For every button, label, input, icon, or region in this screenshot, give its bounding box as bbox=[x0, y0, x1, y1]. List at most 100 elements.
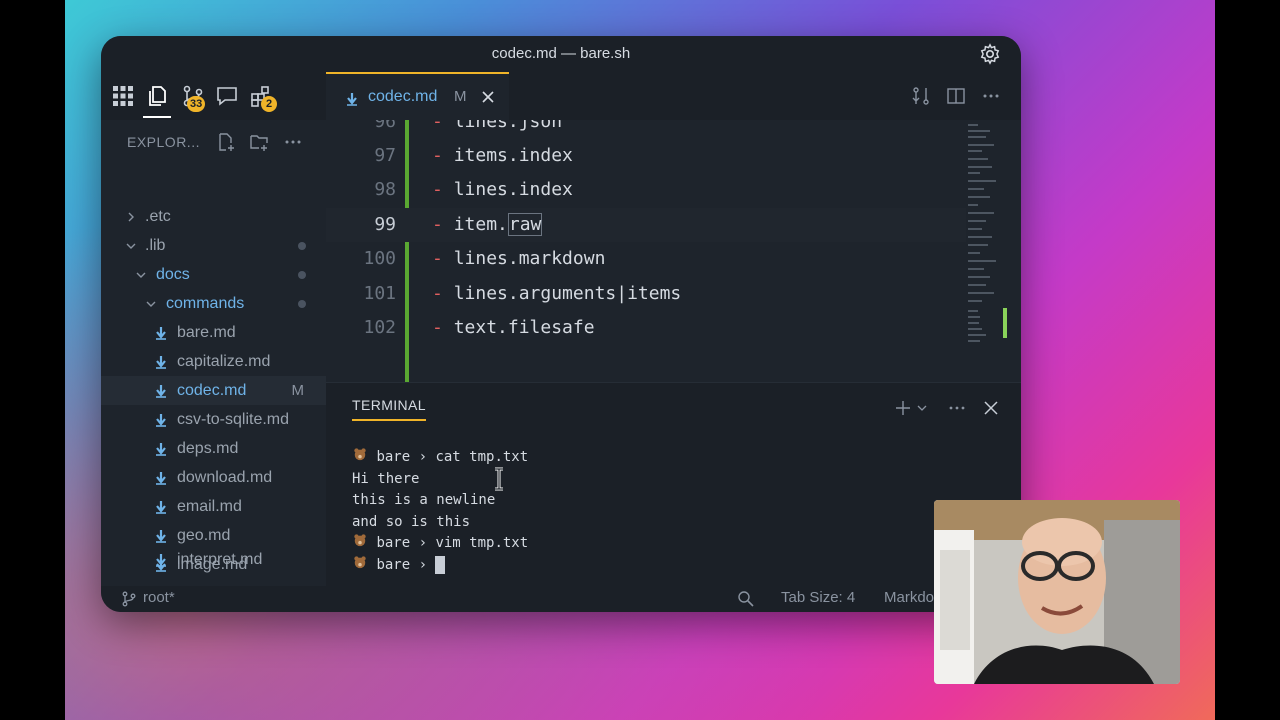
tree-file-deps[interactable]: deps.md bbox=[101, 434, 326, 463]
grid-apps-icon[interactable] bbox=[111, 84, 135, 108]
tree-file-bare[interactable]: bare.md bbox=[101, 318, 326, 347]
tree-file-email[interactable]: email.md bbox=[101, 492, 326, 521]
code-line-current[interactable]: 99 - item.raw bbox=[326, 208, 966, 242]
code-line[interactable]: 101 - lines.arguments|items bbox=[326, 277, 966, 311]
markdown-file-icon bbox=[156, 414, 166, 427]
line-text: lines.markdown bbox=[453, 248, 606, 269]
code-line[interactable]: 98 - lines.index bbox=[326, 173, 966, 207]
line-number: 99 bbox=[374, 214, 396, 235]
tab-modified-status: M bbox=[454, 88, 467, 105]
tree-label: deps.md bbox=[177, 440, 239, 457]
source-control-badge: 33 bbox=[187, 96, 206, 112]
tree-file-capitalize[interactable]: capitalize.md bbox=[101, 347, 326, 376]
tree-label: docs bbox=[156, 266, 190, 283]
markdown-file-icon bbox=[156, 356, 166, 369]
tree-label: interpret.md bbox=[177, 551, 263, 568]
list-dash: - bbox=[432, 214, 443, 235]
line-number: 101 bbox=[363, 283, 396, 304]
more-actions-icon[interactable] bbox=[283, 132, 303, 152]
git-branch-icon[interactable] bbox=[121, 591, 137, 607]
line-number: 102 bbox=[363, 317, 396, 338]
gear-icon[interactable] bbox=[979, 43, 1001, 65]
list-dash: - bbox=[432, 120, 443, 132]
tab-size-indicator[interactable]: Tab Size: 4 bbox=[781, 589, 855, 606]
markdown-file-icon bbox=[347, 93, 357, 106]
close-icon[interactable] bbox=[982, 399, 1000, 417]
code-line[interactable]: 96 - lines.json bbox=[326, 120, 966, 139]
extensions-badge: 2 bbox=[261, 96, 277, 112]
status-bar: root* Tab Size: 4 Markdo bbox=[101, 586, 1021, 612]
split-editor-icon[interactable] bbox=[946, 86, 966, 106]
text-cursor-icon bbox=[495, 467, 503, 491]
compare-changes-icon[interactable] bbox=[911, 86, 931, 106]
title-bar: codec.md — bare.sh bbox=[101, 36, 1021, 72]
tree-file-interpret-row[interactable]: interpret.md bbox=[101, 545, 326, 574]
bear-icon bbox=[354, 448, 366, 461]
code-line[interactable]: 97 - items.index bbox=[326, 139, 966, 173]
tree-file-download[interactable]: download.md bbox=[101, 463, 326, 492]
line-number: 96 bbox=[374, 120, 396, 132]
tree-folder-lib[interactable]: .lib bbox=[101, 231, 326, 260]
bear-icon bbox=[354, 534, 366, 547]
chat-icon[interactable] bbox=[215, 84, 239, 108]
terminal-line: bare › bbox=[352, 555, 528, 577]
tree-file-codec[interactable]: codec.md M bbox=[101, 376, 326, 405]
language-mode[interactable]: Markdo bbox=[884, 589, 934, 606]
terminal-tab[interactable]: TERMINAL bbox=[352, 397, 426, 421]
chevron-down-icon bbox=[146, 301, 156, 307]
cursor-selection: raw bbox=[507, 213, 543, 236]
tree-label: csv-to-sqlite.md bbox=[177, 411, 290, 428]
tab-codec-md[interactable]: codec.md M bbox=[326, 72, 509, 120]
terminal-panel[interactable]: TERMINAL bare › cat tmp.txt Hi there thi… bbox=[326, 382, 1021, 586]
terminal-text: and so is this bbox=[352, 513, 471, 530]
tree-label: commands bbox=[166, 295, 245, 312]
close-icon[interactable] bbox=[480, 89, 496, 105]
tree-folder-docs[interactable]: docs bbox=[101, 260, 326, 289]
chevron-right-icon bbox=[128, 212, 134, 222]
minimap-change-marker bbox=[1003, 308, 1007, 338]
terminal-output[interactable]: bare › cat tmp.txt Hi there this is a ne… bbox=[352, 447, 528, 576]
tree-label: download.md bbox=[177, 469, 273, 486]
code-line[interactable]: 100 - lines.markdown bbox=[326, 242, 966, 276]
explorer-header: EXPLOR... bbox=[127, 134, 200, 150]
tree-file-csv-to-sqlite[interactable]: csv-to-sqlite.md bbox=[101, 405, 326, 434]
tree-label: capitalize.md bbox=[177, 353, 271, 370]
list-dash: - bbox=[432, 317, 443, 338]
more-actions-icon[interactable] bbox=[948, 399, 966, 417]
line-text: lines.arguments|items bbox=[453, 283, 682, 304]
tree-label: .etc bbox=[145, 208, 171, 225]
new-file-icon[interactable] bbox=[216, 132, 236, 152]
git-branch[interactable]: root* bbox=[143, 589, 175, 606]
terminal-cursor bbox=[435, 555, 446, 574]
tree-folder-commands[interactable]: commands bbox=[101, 289, 326, 318]
chevron-down-icon bbox=[136, 272, 146, 278]
line-text: lines.json bbox=[453, 120, 563, 132]
files-icon[interactable] bbox=[145, 84, 169, 108]
minimap[interactable] bbox=[966, 120, 1016, 350]
webcam-overlay bbox=[934, 500, 1180, 684]
new-folder-icon[interactable] bbox=[249, 132, 269, 152]
list-dash: - bbox=[432, 145, 443, 166]
list-dash: - bbox=[432, 248, 443, 269]
line-number: 97 bbox=[374, 145, 396, 166]
terminal-text: bare › bbox=[376, 556, 436, 573]
tab-bar: codec.md M bbox=[326, 72, 1021, 120]
tree-folder-etc[interactable]: .etc bbox=[101, 202, 326, 231]
add-terminal-icon[interactable] bbox=[894, 399, 912, 417]
activity-bar: 33 2 bbox=[101, 72, 326, 120]
markdown-file-icon bbox=[156, 501, 166, 514]
editor-window: codec.md — bare.sh 33 2 EXPLOR... .etc .… bbox=[101, 36, 1021, 612]
code-line[interactable]: 102 - text.filesafe bbox=[326, 311, 966, 345]
terminal-text: bare › vim tmp.txt bbox=[376, 535, 529, 551]
tree-file-interpret[interactable] bbox=[101, 579, 326, 586]
code-editor[interactable]: 96 - lines.json 97 - items.index 98 - li… bbox=[326, 120, 1021, 382]
tree-label: .lib bbox=[145, 237, 166, 254]
more-actions-icon[interactable] bbox=[981, 86, 1001, 106]
line-text: item. bbox=[453, 214, 508, 235]
chevron-down-icon[interactable] bbox=[916, 399, 928, 417]
zoom-icon[interactable] bbox=[737, 590, 755, 608]
markdown-file-icon bbox=[156, 530, 166, 543]
explorer-sidebar: EXPLOR... .etc .lib docs commands bare.m… bbox=[101, 120, 326, 586]
bear-icon bbox=[354, 555, 366, 568]
markdown-file-icon bbox=[156, 443, 166, 456]
